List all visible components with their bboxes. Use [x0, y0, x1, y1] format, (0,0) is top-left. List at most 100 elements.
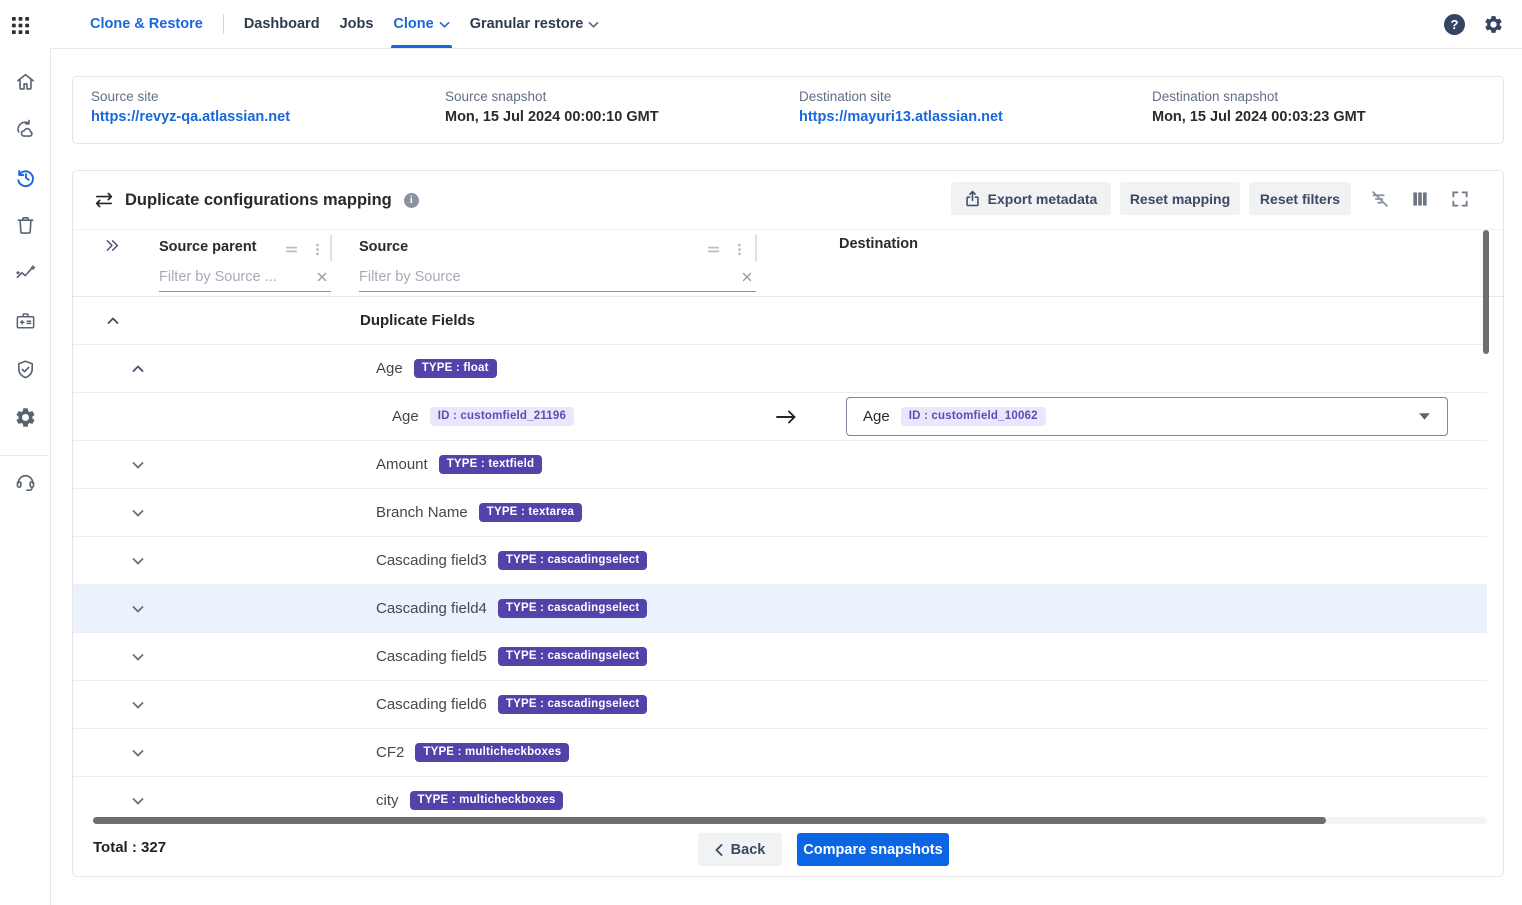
column-menu-kebab-icon[interactable] [731, 241, 747, 257]
clear-filter-x-icon[interactable] [313, 268, 331, 286]
info-icon[interactable]: i [404, 193, 419, 208]
row-expand-chevron-icon[interactable] [129, 648, 147, 666]
type-badge: TYPE : cascadingselect [498, 647, 648, 666]
nav-item-dashboard[interactable]: Dashboard [244, 0, 320, 48]
mapping-source-label: Age [392, 408, 419, 425]
license-icon[interactable] [13, 309, 38, 334]
panel-title: Duplicate configurations mapping [125, 191, 392, 210]
destination-snapshot-value: Mon, 15 Jul 2024 00:03:23 GMT [1152, 109, 1366, 125]
column-menu-kebab-icon[interactable] [309, 241, 325, 257]
table-row[interactable]: cityTYPE : multicheckboxes [73, 777, 1487, 821]
column-separator[interactable] [330, 235, 332, 261]
row-expand-chevron-icon[interactable] [129, 792, 147, 810]
column-drag-icon[interactable] [705, 241, 721, 257]
gear-icon[interactable] [1483, 14, 1504, 35]
source-id-badge: ID : customfield_21196 [430, 407, 574, 426]
row-collapse-chevron-icon[interactable] [129, 360, 147, 378]
support-icon[interactable] [13, 469, 38, 494]
expand-all-icon[interactable] [104, 237, 120, 253]
source-parent-filter [159, 262, 331, 292]
row-content: Cascading field4 TYPE : cascadingselect [376, 585, 647, 632]
trash-icon[interactable] [13, 213, 38, 238]
row-content: AgeTYPE : float [376, 345, 497, 392]
column-drag-icon[interactable] [283, 241, 299, 257]
clear-filter-x-icon[interactable] [738, 268, 756, 286]
type-badge: TYPE : multicheckboxes [410, 791, 564, 810]
table-row[interactable]: Duplicate Fields [73, 297, 1487, 345]
restore-history-icon[interactable] [13, 165, 38, 190]
row-expand-chevron-icon[interactable] [129, 744, 147, 762]
row-content: Amount TYPE : textfield [376, 441, 542, 488]
type-badge: TYPE : cascadingselect [498, 599, 648, 618]
table-row[interactable]: Cascading field5TYPE : cascadingselect [73, 633, 1487, 681]
chevron-down-icon [439, 21, 450, 29]
source-site-link[interactable]: https://revyz-qa.atlassian.net [91, 109, 290, 125]
type-badge: TYPE : textfield [439, 455, 543, 474]
table-row[interactable]: CF2TYPE : multicheckboxes [73, 729, 1487, 777]
table-row[interactable]: Cascading field6 TYPE : cascadingselect [73, 681, 1487, 729]
destination-select[interactable]: Age ID : customfield_10062 [846, 397, 1448, 436]
vertical-scrollbar[interactable] [1483, 230, 1489, 354]
left-sidebar [0, 0, 51, 905]
destination-label: Age [863, 408, 890, 425]
row-content: CF2TYPE : multicheckboxes [376, 729, 569, 776]
table-row[interactable]: Cascading field4 TYPE : cascadingselect [73, 585, 1487, 633]
source-site-block: Source site https://revyz-qa.atlassian.n… [91, 89, 290, 125]
export-metadata-button[interactable]: Export metadata [951, 182, 1111, 215]
clear-filter-icon[interactable] [1369, 188, 1391, 210]
table-row[interactable]: Cascading field3TYPE : cascadingselect [73, 537, 1487, 585]
source-filter-input[interactable] [359, 269, 738, 285]
row-collapse-chevron-icon[interactable] [104, 312, 122, 330]
panel-header: Duplicate configurations mapping i Expor… [73, 171, 1503, 229]
fullscreen-icon[interactable] [1449, 188, 1471, 210]
panel-footer: Total : 327 Back Compare snapshots [73, 821, 1503, 878]
table-row[interactable]: Amount TYPE : textfield [73, 441, 1487, 489]
swap-arrows-icon [93, 191, 115, 209]
type-badge: TYPE : cascadingselect [498, 551, 648, 570]
row-label: Cascading field4 [376, 600, 487, 617]
home-icon[interactable] [13, 69, 38, 94]
row-expand-chevron-icon[interactable] [129, 456, 147, 474]
source-filter [359, 262, 756, 292]
column-header-source-parent: Source parent [159, 239, 257, 255]
destination-snapshot-block: Destination snapshot Mon, 15 Jul 2024 00… [1152, 89, 1366, 125]
row-expand-chevron-icon[interactable] [129, 696, 147, 714]
nav-item-clone[interactable]: Clone [393, 0, 449, 48]
row-expand-chevron-icon[interactable] [129, 552, 147, 570]
columns-icon[interactable] [1409, 188, 1431, 210]
table-row[interactable]: Branch NameTYPE : textarea [73, 489, 1487, 537]
destination-site-link[interactable]: https://mayuri13.atlassian.net [799, 109, 1003, 125]
compare-snapshots-button[interactable]: Compare snapshots [797, 833, 949, 866]
table-body: Duplicate FieldsAgeTYPE : floatAgeID : c… [73, 297, 1487, 821]
reset-filters-button[interactable]: Reset filters [1249, 182, 1351, 215]
nav-item-jobs[interactable]: Jobs [340, 0, 374, 48]
row-expand-chevron-icon[interactable] [129, 504, 147, 522]
table-header: Source parent Source Destination [73, 229, 1503, 297]
brand-link[interactable]: Clone & Restore [90, 16, 203, 32]
source-snapshot-value: Mon, 15 Jul 2024 00:00:10 GMT [445, 109, 659, 125]
type-badge: TYPE : cascadingselect [498, 695, 648, 714]
column-header-destination: Destination [839, 236, 918, 252]
clone-icon[interactable] [13, 117, 38, 142]
security-icon[interactable] [13, 357, 38, 382]
row-label: Cascading field6 [376, 696, 487, 713]
export-icon [965, 190, 980, 207]
row-content: cityTYPE : multicheckboxes [376, 777, 563, 821]
reset-mapping-button[interactable]: Reset mapping [1120, 182, 1240, 215]
column-separator[interactable] [755, 235, 757, 261]
row-expand-chevron-icon[interactable] [129, 600, 147, 618]
nav-divider [223, 14, 224, 34]
row-content: Branch NameTYPE : textarea [376, 489, 582, 536]
back-button[interactable]: Back [698, 833, 782, 866]
table-row[interactable]: AgeTYPE : float [73, 345, 1487, 393]
help-icon[interactable]: ? [1444, 14, 1465, 35]
row-label: Amount [376, 456, 428, 473]
table-row[interactable]: Age ID : customfield_21196 Age ID : customf… [73, 393, 1487, 441]
destination-id-badge: ID : customfield_10062 [901, 407, 1046, 426]
nav-item-granular-restore[interactable]: Granular restore [470, 0, 600, 48]
analytics-icon[interactable] [13, 261, 38, 286]
row-label: Age [376, 360, 403, 377]
app-switcher-icon[interactable] [9, 14, 31, 36]
settings-icon[interactable] [13, 405, 38, 430]
source-parent-filter-input[interactable] [159, 269, 313, 285]
